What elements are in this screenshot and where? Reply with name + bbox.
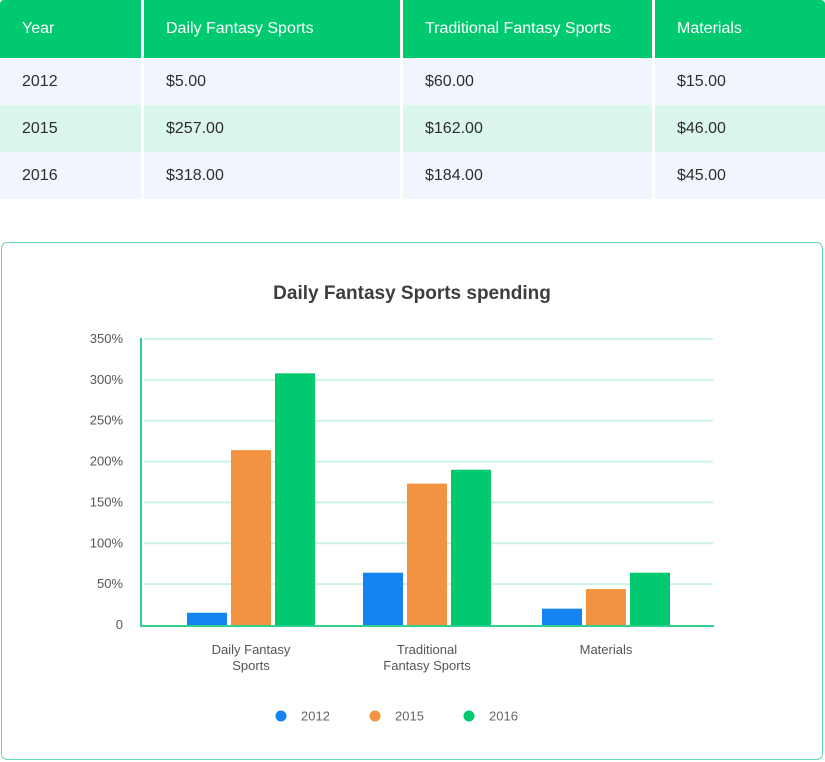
- y-tick-label: 0: [116, 617, 123, 632]
- legend-label-2015: 2015: [395, 709, 424, 724]
- bar-2015-0: [231, 450, 271, 625]
- x-category-label: Sports: [232, 658, 270, 673]
- legend-marker-2012: [275, 710, 287, 722]
- y-tick-label: 50%: [97, 576, 123, 591]
- x-category-label: Fantasy Sports: [383, 658, 471, 673]
- y-tick-label: 200%: [90, 454, 124, 469]
- bar-2016-1: [451, 469, 491, 625]
- y-tick-label: 100%: [90, 535, 124, 550]
- bar-2015-2: [586, 589, 626, 625]
- bar-2015-1: [407, 483, 447, 625]
- y-tick-label: 300%: [90, 372, 124, 387]
- x-category-label: Daily Fantasy: [212, 642, 291, 657]
- bar-chart: 0 50% 100% 150% 200% 250% 300% 350% Daily Fantas…: [90, 331, 714, 724]
- bar-2012-1: [363, 572, 403, 625]
- y-tick-label: 150%: [90, 494, 124, 509]
- bar-2012-0: [187, 612, 227, 625]
- legend-marker-2015: [369, 710, 381, 722]
- legend-marker-2016: [463, 710, 475, 722]
- legend-label-2012: 2012: [301, 709, 330, 724]
- bar-2016-0: [275, 373, 315, 625]
- x-category-label: Traditional: [397, 642, 457, 657]
- y-tick-label: 350%: [90, 331, 124, 346]
- y-tick-label: 250%: [90, 413, 124, 428]
- bar-2016-2: [630, 572, 670, 625]
- bar-2012-2: [542, 608, 582, 625]
- legend-label-2016: 2016: [489, 709, 518, 724]
- x-category-label: Materials: [580, 642, 633, 657]
